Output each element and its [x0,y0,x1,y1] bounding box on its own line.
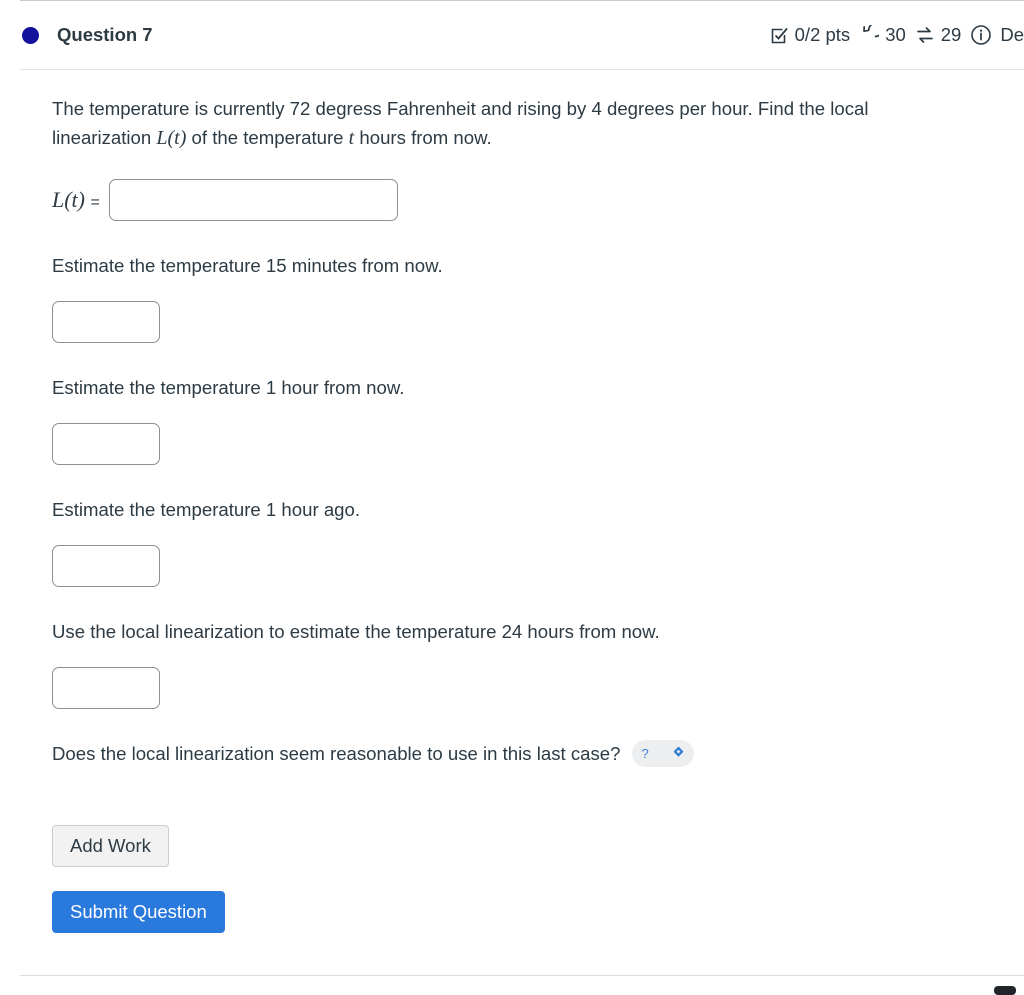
chevron-updown-icon [672,746,685,761]
linearization-answer-row: L(t) = [52,179,1024,221]
attempts-value: 30 [885,24,906,45]
prompt-1-hour-from-now: Estimate the temperature 1 hour from now… [52,377,405,398]
question-body: The temperature is currently 72 degress … [0,70,1024,934]
question-footer-divider [20,975,1024,976]
reasonable-select[interactable]: ? [632,740,695,767]
points-value: 0/2 pts [794,24,851,45]
question-status-dot-icon [22,26,39,44]
lt-label: L(t) = [52,187,100,212]
question-container: Question 7 0/2 pts 30 29 De The temperat… [0,0,1024,995]
linearization-input[interactable] [108,179,398,221]
points-stat: 0/2 pts [770,24,851,46]
page-title: Question 7 [57,24,153,45]
prompt-24-hours: Use the local linearization to estimate … [52,621,660,642]
question-header: Question 7 0/2 pts 30 29 De [20,0,1024,70]
reasonable-question-row: Does the local linearization seem reason… [52,739,1024,768]
question-statement: The temperature is currently 72 degress … [52,70,967,153]
question-statement-math-lt: L(t) [156,127,187,149]
undo-arrow-icon [859,25,880,45]
details-link[interactable]: De [970,24,1024,46]
answer-15-minutes-input[interactable] [52,301,160,343]
add-work-button[interactable]: Add Work [52,825,169,868]
answer-1-hour-ago-row [52,545,1024,587]
attempts-stat: 30 [859,24,906,46]
answer-24-hours-input[interactable] [52,667,160,709]
answer-1-hour-ago-input[interactable] [52,545,160,587]
submit-row: Submit Question [52,891,1024,934]
answer-24-hours-row [52,667,1024,709]
question-header-left: Question 7 [20,24,153,46]
prompt-15-minutes: Estimate the temperature 15 minutes from… [52,255,443,276]
checkbox-icon [770,26,789,45]
answer-1-hour-from-now-row [52,423,1024,465]
add-work-row: Add Work [52,825,1024,868]
question-statement-part2: of the temperature [186,127,349,148]
answer-15-minutes-row [52,301,1024,343]
details-label: De [1000,24,1024,45]
submit-question-button[interactable]: Submit Question [52,891,225,934]
answer-1-hour-from-now-input[interactable] [52,423,160,465]
question-statement-part3: hours from now. [354,127,492,148]
prompt-reasonable: Does the local linearization seem reason… [52,743,621,764]
equals-sign: = [90,194,100,211]
exchange-stat: 29 [915,24,962,46]
question-header-stats: 0/2 pts 30 29 De [770,1,1024,69]
swap-arrows-icon [915,25,935,45]
exchange-value: 29 [940,24,962,45]
prompt-1-hour-ago: Estimate the temperature 1 hour ago. [52,499,361,520]
info-circle-icon [970,24,992,46]
reasonable-select-value: ? [641,746,649,761]
